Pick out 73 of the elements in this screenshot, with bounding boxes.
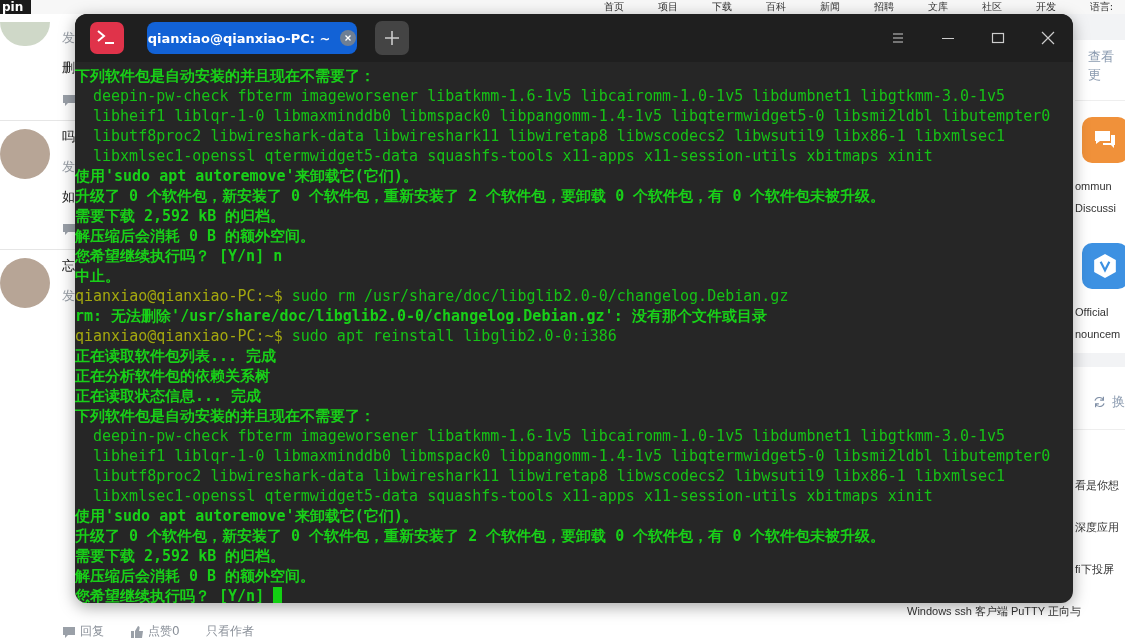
category-label[interactable]: nouncem [1075, 323, 1121, 345]
post-text: 吗 [62, 129, 76, 145]
v-hexagon-icon [1092, 253, 1118, 279]
post-text: 删 [62, 60, 76, 75]
terminal-output-line: 下列软件包是自动安装的并且现在不需要了： [75, 406, 375, 426]
terminal-output-line: 解压缩后会消耗 0 B 的额外空间。 [75, 566, 316, 586]
comment-icon[interactable] [62, 223, 76, 235]
nav-link[interactable]: 文库 [927, 0, 948, 14]
shell-prompt: qianxiao@qianxiao-PC:~$ [75, 327, 283, 345]
category-label[interactable]: ommun [1075, 175, 1112, 197]
nav-link[interactable]: 社区 [981, 0, 1002, 14]
avatar-placeholder [0, 22, 50, 46]
maximize-icon[interactable] [991, 31, 1005, 45]
nav-link[interactable]: 新闻 [819, 0, 840, 14]
terminal-output-line: 升级了 0 个软件包，新安装了 0 个软件包，重新安装了 2 个软件包，要卸载 0 个软件包，有 0 个软件包未被升级。 [75, 186, 886, 206]
text-cursor [273, 587, 283, 603]
nav-link[interactable]: 语言: [1089, 0, 1113, 14]
nav-link[interactable]: 项目 [657, 0, 678, 14]
menu-icon[interactable] [891, 31, 905, 45]
nav-link[interactable]: 开发 [1035, 0, 1056, 14]
category-label[interactable]: Discussi [1075, 197, 1116, 219]
post-text: 发 [62, 288, 75, 303]
close-icon[interactable] [1041, 31, 1055, 45]
category-tile[interactable] [1082, 117, 1125, 163]
topic-link[interactable]: fi下投屏 [1075, 562, 1114, 576]
avatar-placeholder [0, 129, 50, 179]
close-icon[interactable] [340, 30, 357, 46]
nav-link[interactable]: 百科 [765, 0, 786, 14]
terminal-output-line: libutf8proc2 libwireshark-data libwireshark11 libwiretap8 libwscodecs2 libwsutil9 libx86-1 libxmlsec1 [92, 467, 1006, 485]
post-text: 如 [62, 189, 76, 205]
nav-link[interactable]: 下载 [711, 0, 732, 14]
terminal-command: sudo rm /usr/share/doc/libglib2.0-0/changelog.Debian.gz [291, 287, 789, 305]
terminal-output-line: 中止。 [75, 266, 120, 286]
topic-link[interactable]: 看是你想 [1075, 478, 1119, 492]
terminal-output-line: 下列软件包是自动安装的并且现在不需要了： [75, 66, 375, 86]
terminal-output-line: libheif1 liblqr-1-0 libmaxminddb0 libmspack0 libpangomm-1.4-1v5 libqtermwidget5-0 libsmi2ldbl libutempter0 [92, 447, 1051, 465]
terminal-output-line: 正在分析软件包的依赖关系树 [75, 366, 270, 386]
avatar-placeholder [0, 258, 50, 308]
topic-link[interactable]: Windows ssh 客户端 PuTTY 正向与 [907, 604, 1081, 618]
new-tab-button[interactable] [375, 21, 409, 55]
post-text: 发 [62, 30, 76, 46]
terminal-output-line: 使用'sudo apt autoremove'来卸载它(它们)。 [75, 166, 418, 186]
nav-link[interactable]: 招聘 [873, 0, 894, 14]
comment-icon [62, 625, 76, 638]
terminal-output-line: 正在读取软件包列表... 完成 [75, 346, 277, 366]
thumbs-up-icon [130, 624, 144, 639]
terminal-output-line: 需要下载 2,592 kB 的归档。 [75, 546, 286, 566]
category-tile[interactable] [1082, 243, 1125, 289]
post-text: 发 [62, 159, 75, 175]
terminal-output-line: 升级了 0 个软件包，新安装了 0 个软件包，重新安装了 2 个软件包，要卸载 0 个软件包，有 0 个软件包未被升级。 [75, 526, 886, 546]
plus-icon [384, 30, 400, 46]
terminal-output-line: deepin-pw-check fbterm imageworsener libatkmm-1.6-1v5 libcairomm-1.0-1v5 libdumbnet1 libgtkmm-3.0-1v5 [92, 427, 1006, 445]
terminal-output-line: libutf8proc2 libwireshark-data libwireshark11 libwiretap8 libwscodecs2 libwsutil9 libx86-1 libxmlsec1 [92, 127, 1006, 145]
terminal-output-line: libxmlsec1-openssl qtermwidget5-data squashfs-tools x11-apps x11-session-utils xbitmaps xinit [92, 147, 933, 165]
terminal-output-line: 需要下载 2,592 kB 的归档。 [75, 206, 286, 226]
terminal-output-line: 正在读取状态信息... 完成 [75, 386, 262, 406]
terminal-output-line: 解压缩后会消耗 0 B 的额外空间。 [75, 226, 316, 246]
terminal-app-icon[interactable] [90, 22, 124, 54]
terminal-output-line: 您希望继续执行吗？ [Y/n] n [75, 246, 283, 265]
topic-link[interactable]: 深度应用 [1075, 520, 1119, 534]
category-label[interactable]: Official [1075, 301, 1109, 323]
nav-link[interactable]: 首页 [603, 0, 624, 14]
terminal-output-line: rm: 无法删除'/usr/share/doc/libglib2.0-0/changelog.Debian.gz': 没有那个文件或目录 [75, 306, 767, 326]
terminal-output-line: libxmlsec1-openssl qtermwidget5-data squashfs-tools x11-apps x11-session-utils xbitmaps xinit [92, 487, 933, 505]
terminal-command: sudo apt reinstall libglib2.0-0:i386 [291, 327, 617, 345]
terminal-output-line: deepin-pw-check fbterm imageworsener libatkmm-1.6-1v5 libcairomm-1.0-1v5 libdumbnet1 libgtkmm-3.0-1v5 [92, 87, 1006, 105]
site-logo[interactable]: pin [0, 0, 32, 14]
comment-icon[interactable] [62, 94, 76, 106]
terminal-output-line: 使用'sudo apt autoremove'来卸载它(它们)。 [75, 506, 418, 526]
terminal-tab[interactable]: qianxiao@qianxiao-PC: ~ [147, 22, 357, 54]
terminal-output-line: libheif1 liblqr-1-0 libmaxminddb0 libmspack0 libpangomm-1.4-1v5 libqtermwidget5-0 libsmi2ldbl libutempter0 [92, 107, 1051, 125]
post-text: 忘 [62, 258, 75, 273]
shell-prompt: qianxiao@qianxiao-PC:~$ [75, 287, 283, 305]
